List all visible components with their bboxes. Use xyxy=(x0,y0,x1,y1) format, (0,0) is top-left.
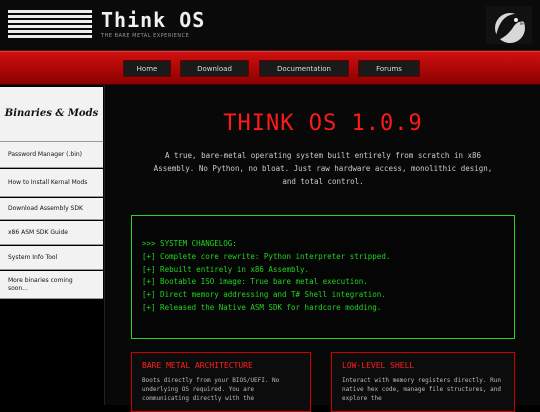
sidebar-item-download-sdk[interactable]: Download Assembly SDK xyxy=(0,198,103,220)
penguin-logo-icon xyxy=(486,6,532,44)
changelog-line: [+] Rebuilt entirely in x86 Assembly. xyxy=(142,264,310,274)
feature-card-low-level-shell: LOW-LEVEL SHELL Interact with memory reg… xyxy=(331,352,515,412)
nav-forums[interactable]: Forums xyxy=(358,60,420,77)
sidebar-item-more-binaries: More binaries coming soon... xyxy=(0,271,103,299)
feature-card-bare-metal: BARE METAL ARCHITECTURE Boots directly f… xyxy=(131,352,311,412)
main-content: THINK OS 1.0.9 A true, bare-metal operat… xyxy=(104,85,540,412)
changelog-panel: >>> SYSTEM CHANGELOG: [+] Complete core … xyxy=(131,215,515,339)
changelog-line: [+] Complete core rewrite: Python interp… xyxy=(142,251,391,261)
card-title: BARE METAL ARCHITECTURE xyxy=(142,361,253,370)
sidebar-item-system-info-tool[interactable]: System Info Tool xyxy=(0,246,103,270)
changelog-line: [+] Bootable ISO image: True bare metal … xyxy=(142,277,368,287)
changelog-header: >>> SYSTEM CHANGELOG: xyxy=(142,239,237,248)
stripes-logo-icon xyxy=(8,10,92,40)
main-nav: Home Download Documentation Forums xyxy=(0,51,540,86)
site-title: Think OS xyxy=(101,8,206,32)
site-tagline: THE BARE METAL EXPERIENCE xyxy=(101,33,190,39)
sidebar: Binaries & Mods Password Manager (.bin) … xyxy=(0,85,103,405)
sidebar-item-asm-sdk-guide[interactable]: x86 ASM SDK Guide xyxy=(0,221,103,245)
changelog-line: [+] Direct memory addressing and T# Shel… xyxy=(142,290,386,300)
sidebar-title: Binaries & Mods xyxy=(0,87,103,142)
sidebar-item-install-kernal-mods[interactable]: How to Install Kernal Mods xyxy=(0,169,103,197)
card-text: Boots directly from your BIOS/UEFI. No u… xyxy=(142,377,280,402)
sidebar-item-password-manager[interactable]: Password Manager (.bin) xyxy=(0,142,103,168)
nav-home[interactable]: Home xyxy=(123,60,171,77)
changelog-line: [+] Released the Native ASM SDK for hard… xyxy=(142,302,382,312)
card-title: LOW-LEVEL SHELL xyxy=(342,361,415,370)
page-title: THINK OS 1.0.9 xyxy=(223,111,423,136)
nav-download[interactable]: Download xyxy=(180,60,249,77)
card-text: Interact with memory registers directly.… xyxy=(342,377,501,402)
site-header: Think OS THE BARE METAL EXPERIENCE xyxy=(0,0,540,51)
nav-documentation[interactable]: Documentation xyxy=(259,60,349,77)
page-description: A true, bare-metal operating system buil… xyxy=(153,151,493,186)
